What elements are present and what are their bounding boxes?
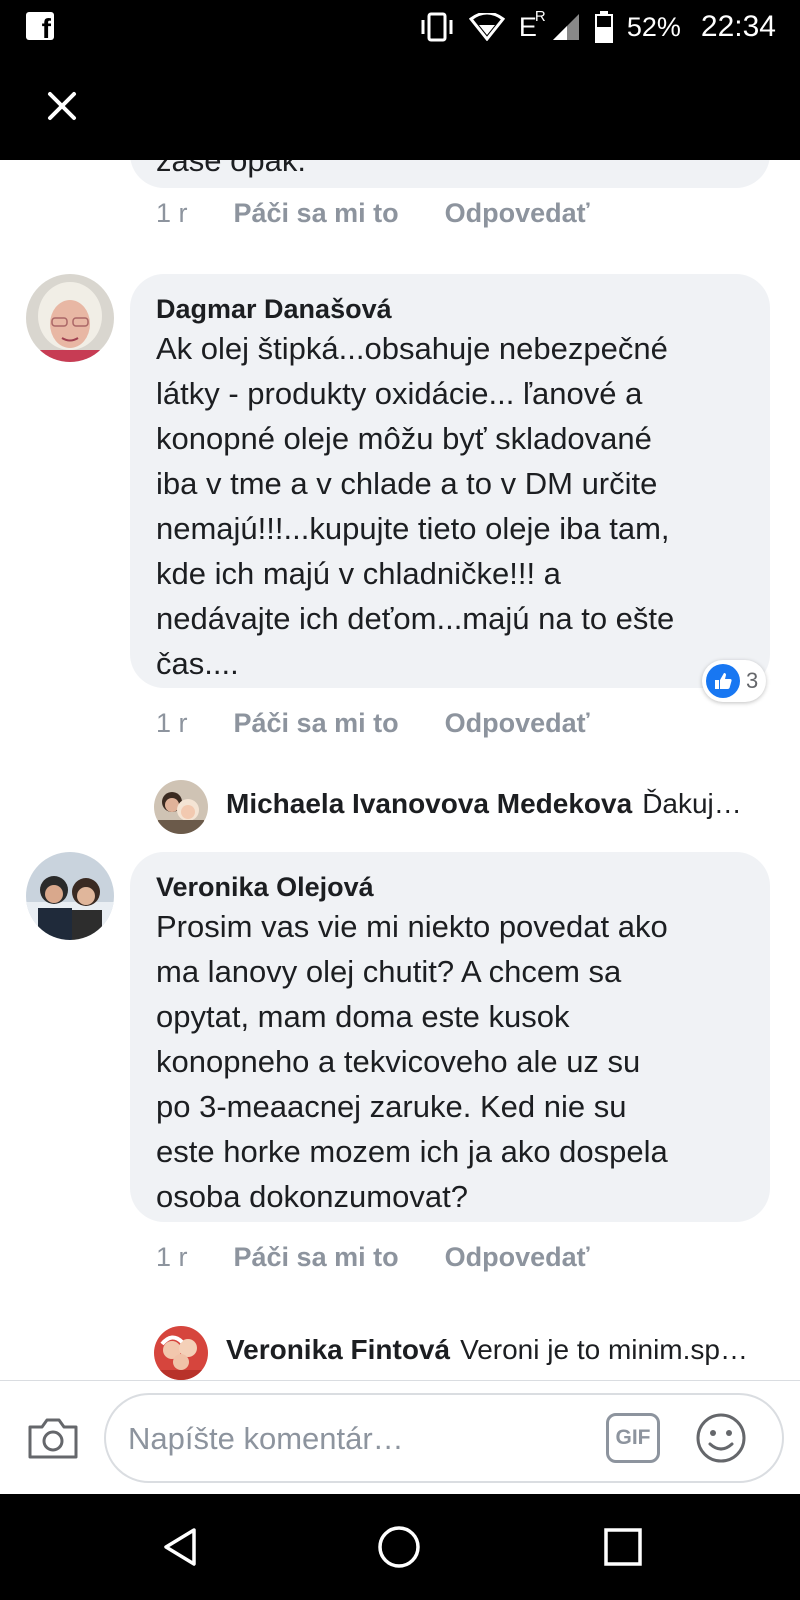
comment-time: 1 r	[156, 1242, 188, 1272]
gif-button[interactable]: GIF	[606, 1413, 660, 1463]
comment-bubble: Veronika Olejová Prosim vas vie mi niekt…	[130, 852, 770, 1222]
wifi-icon	[468, 13, 505, 41]
home-icon[interactable]	[376, 1524, 422, 1570]
reply-snippet: Veroni je to minim.sp…	[460, 1334, 748, 1365]
reaction-count: 3	[746, 668, 759, 693]
emoji-icon[interactable]	[694, 1411, 748, 1465]
comment-author[interactable]: Dagmar Današová	[156, 292, 744, 326]
like-button[interactable]: Páči sa mi to	[234, 198, 399, 229]
camera-icon[interactable]	[26, 1415, 80, 1461]
avatar[interactable]	[26, 274, 114, 362]
reaction-summary[interactable]: 3	[702, 660, 767, 702]
reply-avatar[interactable]	[154, 780, 208, 834]
comment-composer: GIF	[0, 1380, 800, 1494]
comment-bubble: zase opak.	[130, 160, 770, 188]
like-reaction-icon	[706, 664, 740, 698]
signal-icon	[552, 14, 579, 40]
reply-snippet: Ďakuj…	[642, 788, 742, 819]
top-bar	[0, 54, 800, 160]
vibrate-icon	[421, 12, 453, 42]
back-icon[interactable]	[158, 1524, 204, 1570]
comment-actions: 1 r Páči sa mi to Odpovedať	[156, 1242, 590, 1273]
network-type-label: ER	[518, 7, 546, 42]
comment-input-wrapper: GIF	[104, 1393, 784, 1483]
reply-button[interactable]: Odpovedať	[445, 1242, 590, 1273]
recents-icon[interactable]	[600, 1524, 646, 1570]
comment-input[interactable]	[128, 1413, 588, 1465]
battery-icon	[594, 11, 613, 43]
reply-avatar[interactable]	[154, 1326, 208, 1380]
comment-bubble: Dagmar Današová Ak olej štipká...obsahuj…	[130, 274, 770, 688]
reply-preview[interactable]: Michaela Ivanovova Medekova Ďakuj…	[226, 788, 756, 820]
like-button[interactable]: Páči sa mi to	[234, 1242, 399, 1273]
comment-time: 1 r	[156, 708, 188, 738]
comment-author[interactable]: Veronika Olejová	[156, 870, 744, 904]
reply-button[interactable]: Odpovedať	[445, 708, 590, 739]
reply-author[interactable]: Veronika Fintová	[226, 1334, 450, 1366]
comment-actions: 1 r Páči sa mi to Odpovedať	[156, 708, 590, 739]
comment-text: Ak olej štipká...obsahuje nebezpečné lát…	[156, 331, 675, 681]
reply-button[interactable]: Odpovedať	[445, 198, 590, 229]
clock: 22:34	[700, 10, 776, 43]
status-icons: ER 52% 22:34	[419, 8, 776, 46]
close-icon[interactable]	[44, 88, 80, 124]
like-button[interactable]: Páči sa mi to	[234, 708, 399, 739]
comment-text: Prosim vas vie mi niekto povedat ako ma …	[156, 909, 668, 1214]
status-bar: f ER 52% 22:34	[0, 0, 800, 54]
system-nav-bar	[0, 1494, 800, 1600]
comment-text: zase opak.	[156, 160, 306, 178]
reply-preview[interactable]: Veronika Fintová Veroni je to minim.sp…	[226, 1334, 756, 1366]
battery-percent: 52%	[626, 11, 681, 42]
comments-list[interactable]: zase opak. 1 r Páči sa mi to Odpovedať D…	[0, 160, 800, 1380]
facebook-icon: f	[26, 12, 54, 43]
reply-author[interactable]: Michaela Ivanovova Medekova	[226, 788, 632, 820]
comment-time: 1 r	[156, 198, 188, 228]
avatar[interactable]	[26, 852, 114, 940]
comment-actions: 1 r Páči sa mi to Odpovedať	[156, 198, 590, 229]
